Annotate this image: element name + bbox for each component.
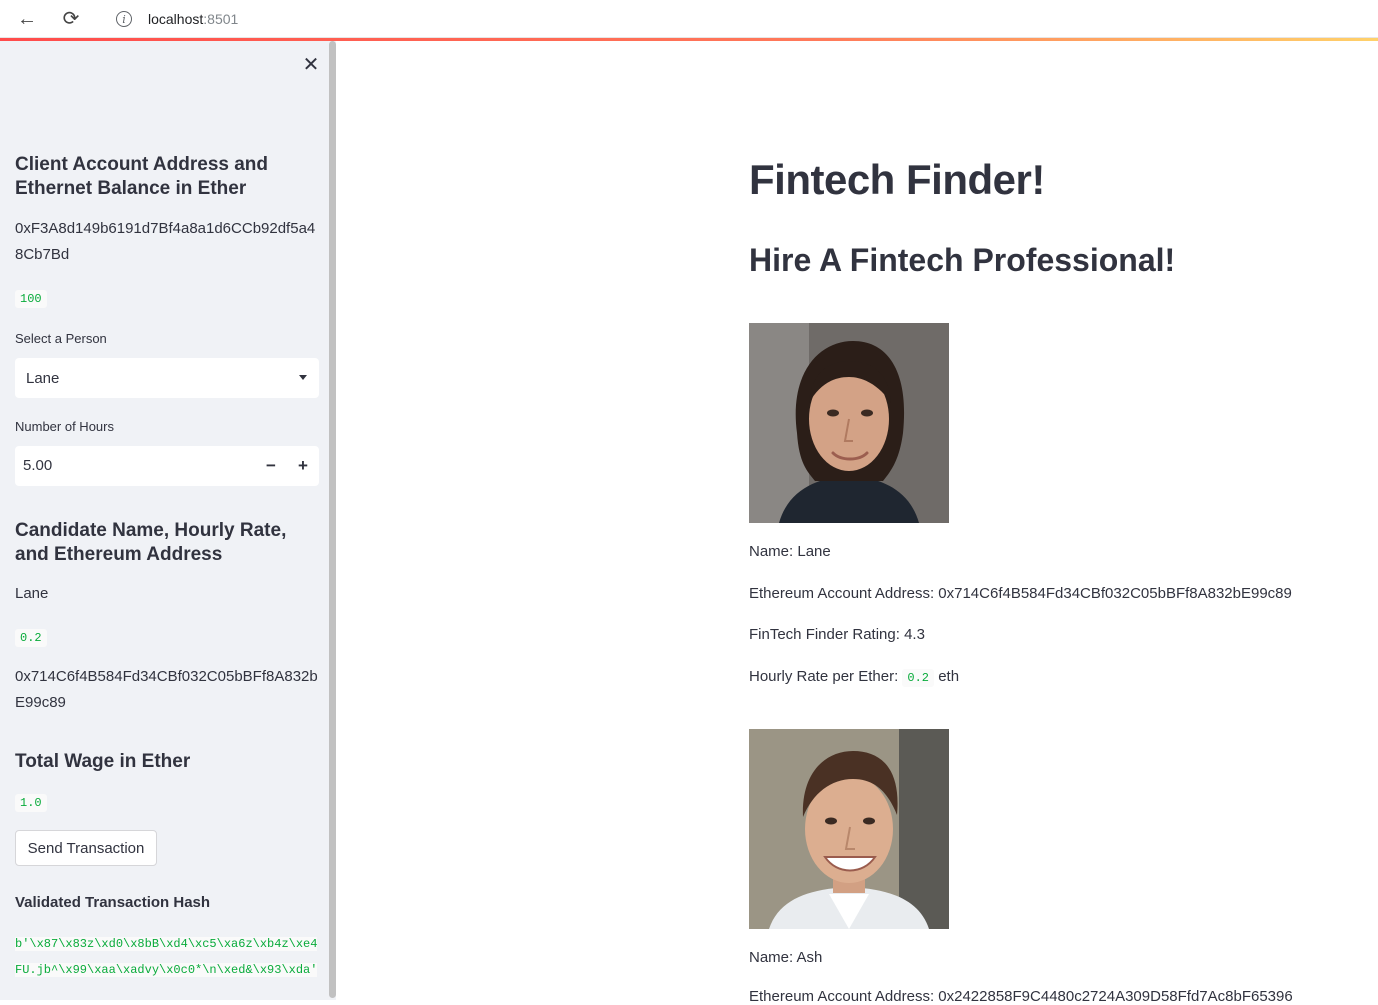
browser-toolbar: ← ⟳ i localhost:8501 bbox=[0, 0, 1378, 38]
hours-number-input[interactable]: 5.00 − + bbox=[15, 446, 319, 486]
rate-suffix: eth bbox=[938, 668, 960, 685]
page-subtitle: Hire A Fintech Professional! bbox=[749, 242, 1176, 278]
transaction-hash-value: b'\x87\x83z\xd0\x8bB\xd4\xc5\xa6z\xb4z\x… bbox=[15, 937, 318, 977]
sidebar-scrollbar[interactable] bbox=[329, 41, 336, 998]
sidebar: ✕ Client Account Address and Ethernet Ba… bbox=[0, 41, 336, 1000]
candidate-photo-lane bbox=[749, 323, 949, 523]
candidate-name: Lane bbox=[15, 585, 49, 602]
candidate-address: 0x714C6f4B584Fd34CBf032C05bBFf8A832bE99c… bbox=[15, 668, 318, 711]
candidate-rate-lane: Hourly Rate per Ether: 0.2 eth bbox=[749, 668, 960, 687]
address-bar[interactable]: i localhost:8501 bbox=[98, 4, 1378, 34]
hours-value[interactable]: 5.00 bbox=[23, 457, 52, 474]
page-title: Fintech Finder! bbox=[749, 156, 1045, 203]
url-port: :8501 bbox=[203, 11, 239, 27]
hash-heading: Validated Transaction Hash bbox=[15, 894, 211, 911]
account-address: 0xF3A8d149b6191d7Bf4a8a1d6CCb92df5a48Cb7… bbox=[15, 220, 316, 263]
candidate-name-ash: Name: Ash bbox=[749, 949, 823, 966]
caret-down-icon bbox=[299, 375, 307, 380]
decrement-button[interactable]: − bbox=[255, 446, 287, 486]
rate-value: 0.2 bbox=[902, 669, 935, 687]
candidate-photo-ash bbox=[749, 729, 949, 929]
wage-heading: Total Wage in Ether bbox=[15, 751, 191, 772]
select-person-value: Lane bbox=[26, 369, 60, 387]
candidate-heading: Candidate Name, Hourly Rate, and Ethereu… bbox=[15, 520, 287, 565]
rate-prefix: Hourly Rate per Ether: bbox=[749, 668, 899, 685]
hours-label: Number of Hours bbox=[15, 419, 114, 434]
increment-button[interactable]: + bbox=[287, 446, 319, 486]
candidate-address-ash: Ethereum Account Address: 0x2422858F9C44… bbox=[749, 988, 1293, 1005]
transaction-hash: b'\x87\x83z\xd0\x8bB\xd4\xc5\xa6z\xb4z\x… bbox=[15, 931, 320, 983]
info-icon[interactable]: i bbox=[116, 11, 132, 27]
account-heading: Client Account Address and Ethernet Bala… bbox=[15, 154, 269, 199]
select-person-label: Select a Person bbox=[15, 331, 107, 346]
candidate-address-lane: Ethereum Account Address: 0x714C6f4B584F… bbox=[749, 585, 1292, 602]
reload-icon[interactable]: ⟳ bbox=[58, 7, 84, 31]
wage-value: 1.0 bbox=[15, 794, 47, 812]
send-transaction-button[interactable]: Send Transaction bbox=[15, 830, 157, 866]
candidate-rating-lane: FinTech Finder Rating: 4.3 bbox=[749, 626, 925, 643]
select-person-dropdown[interactable]: Lane bbox=[15, 358, 319, 398]
candidate-name-lane: Name: Lane bbox=[749, 543, 831, 560]
balance-value: 100 bbox=[15, 290, 47, 308]
close-sidebar-icon[interactable]: ✕ bbox=[300, 53, 322, 76]
url-host: localhost bbox=[148, 11, 204, 27]
back-arrow-icon[interactable]: ← bbox=[14, 7, 40, 31]
candidate-rate: 0.2 bbox=[15, 629, 47, 647]
